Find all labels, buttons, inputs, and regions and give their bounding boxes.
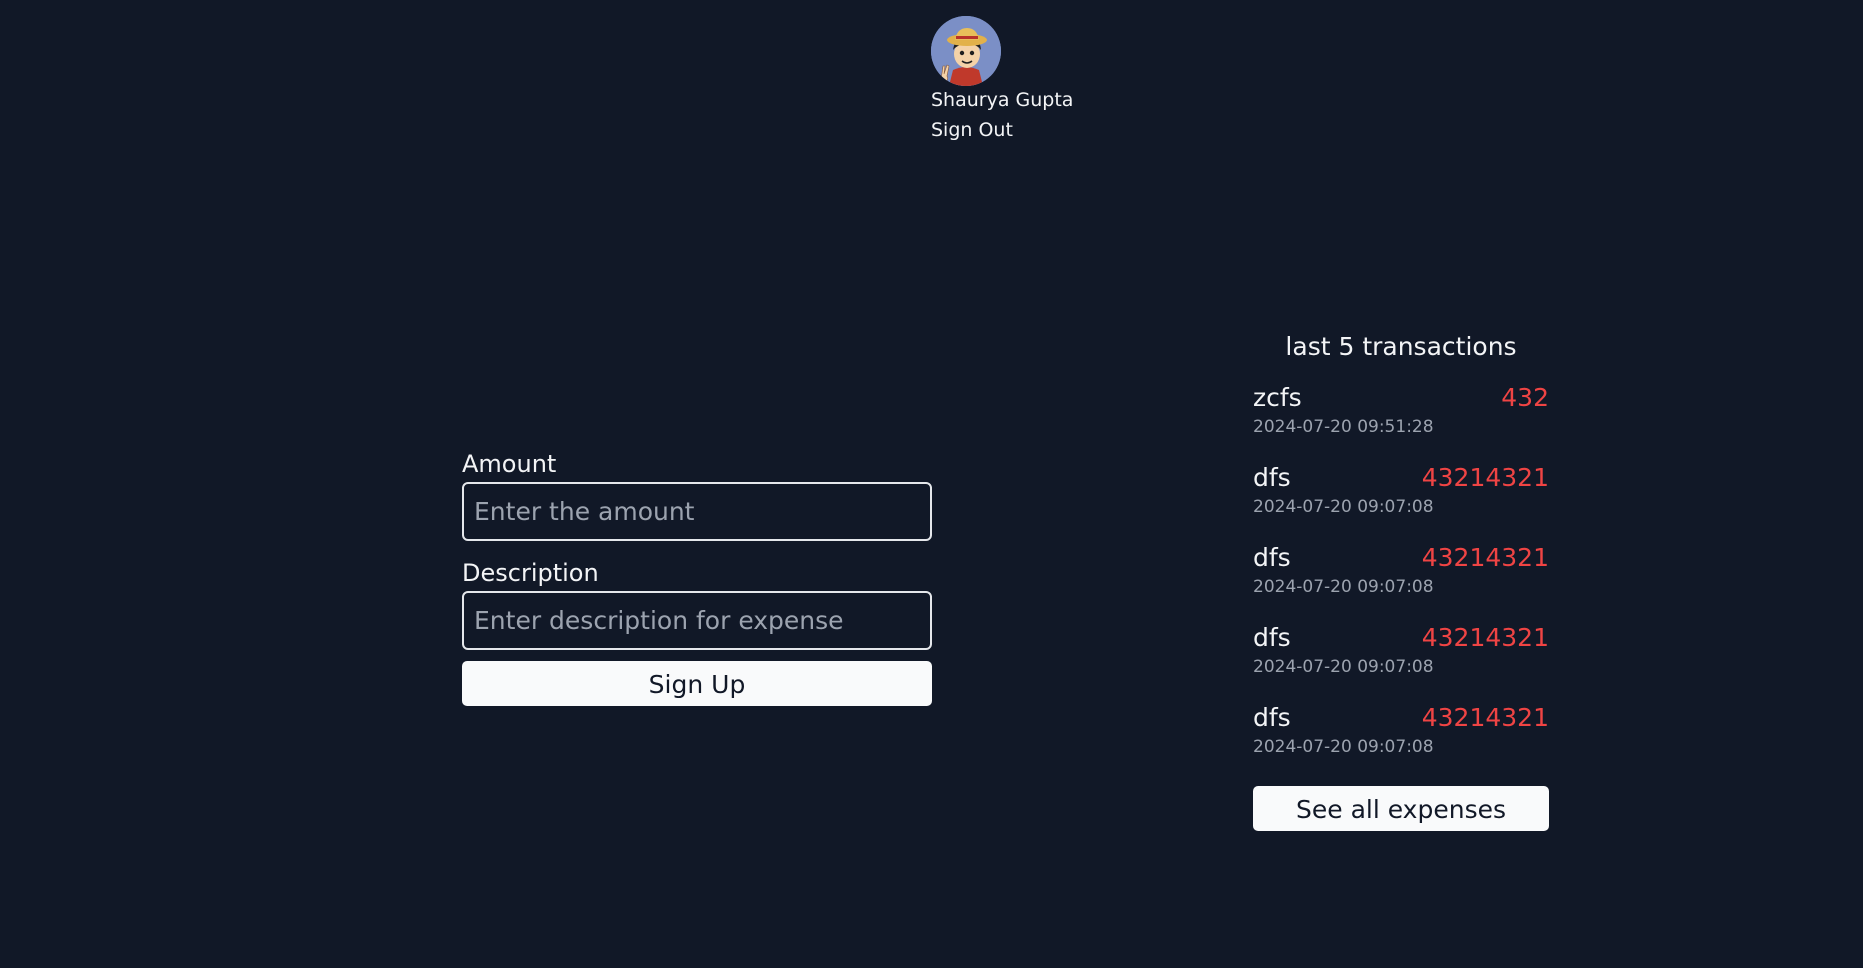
expense-form: Amount Description Sign Up	[462, 446, 932, 706]
transaction-date: 2024-07-20 09:07:08	[1253, 577, 1434, 597]
transaction-date: 2024-07-20 09:51:28	[1253, 417, 1434, 437]
transaction-description: dfs	[1253, 623, 1291, 652]
transaction-item: dfs 43214321 2024-07-20 09:07:08	[1253, 542, 1549, 622]
transaction-description: dfs	[1253, 543, 1291, 572]
transaction-date: 2024-07-20 09:07:08	[1253, 657, 1434, 677]
transaction-amount: 43214321	[1421, 703, 1549, 732]
transaction-amount: 43214321	[1421, 623, 1549, 652]
anime-character-avatar-icon	[931, 16, 1001, 86]
transaction-amount: 43214321	[1421, 543, 1549, 572]
transactions-title: last 5 transactions	[1285, 332, 1517, 361]
amount-input[interactable]	[462, 482, 932, 541]
transaction-amount: 43214321	[1421, 463, 1549, 492]
transaction-item: dfs 43214321 2024-07-20 09:07:08	[1253, 462, 1549, 542]
transaction-date: 2024-07-20 09:07:08	[1253, 497, 1434, 517]
transaction-description: dfs	[1253, 703, 1291, 732]
description-label: Description	[462, 559, 599, 587]
transaction-description: zcfs	[1253, 383, 1302, 412]
amount-label: Amount	[462, 450, 557, 478]
transactions-panel: last 5 transactions zcfs 432 2024-07-20 …	[1253, 328, 1549, 831]
transaction-item: dfs 43214321 2024-07-20 09:07:08	[1253, 622, 1549, 702]
transaction-item: zcfs 432 2024-07-20 09:51:28	[1253, 382, 1549, 462]
user-profile: Shaurya Gupta Sign Out	[931, 16, 1073, 141]
transactions-list: zcfs 432 2024-07-20 09:51:28 dfs 4321432…	[1253, 382, 1549, 782]
transaction-item: dfs 43214321 2024-07-20 09:07:08	[1253, 702, 1549, 782]
avatar	[931, 16, 1001, 86]
sign-out-link[interactable]: Sign Out	[931, 119, 1013, 141]
transaction-description: dfs	[1253, 463, 1291, 492]
see-all-expenses-button[interactable]: See all expenses	[1253, 786, 1549, 831]
page: Shaurya Gupta Sign Out Amount Descriptio…	[0, 0, 1863, 968]
user-name: Shaurya Gupta	[931, 89, 1074, 111]
sign-up-button[interactable]: Sign Up	[462, 661, 932, 706]
transaction-amount: 432	[1501, 383, 1549, 412]
description-input[interactable]	[462, 591, 932, 650]
transaction-date: 2024-07-20 09:07:08	[1253, 737, 1434, 757]
